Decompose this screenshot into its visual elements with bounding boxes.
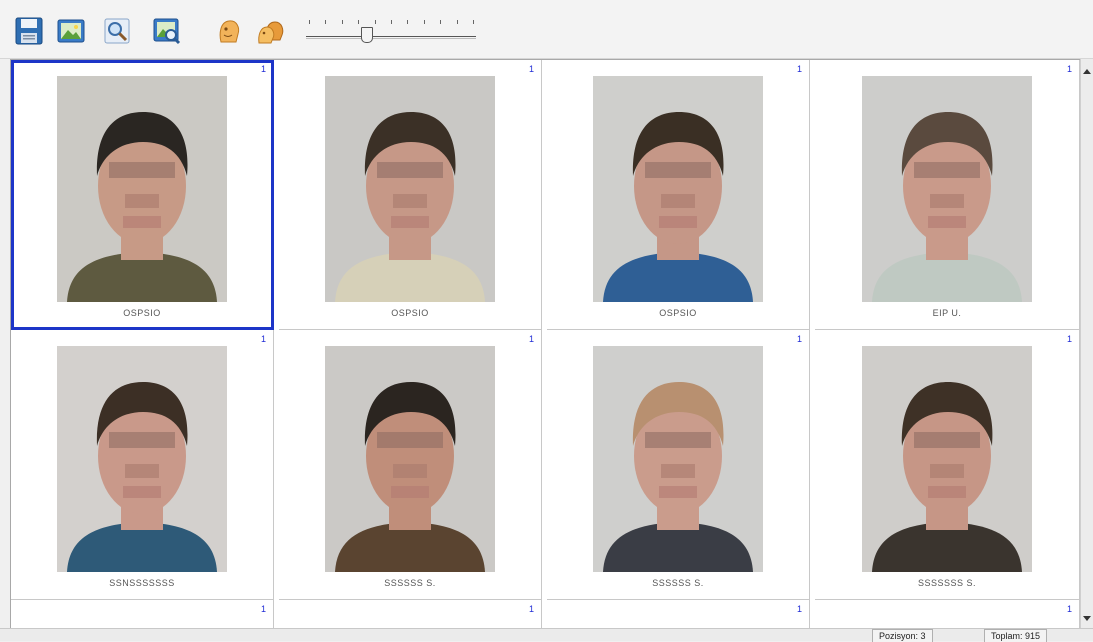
image-zoom-icon <box>153 18 181 45</box>
photo-caption: EIP U. <box>932 308 962 318</box>
scroll-down-icon[interactable] <box>1083 616 1091 621</box>
photo-caption: OSPSIO <box>123 308 161 318</box>
portrait-photo <box>862 76 1032 302</box>
image-search-button[interactable] <box>150 14 184 48</box>
photo-cell[interactable]: 1 SSSSSS S. <box>547 330 810 600</box>
photo-cell[interactable]: 1 OSPSIO <box>547 60 810 330</box>
portrait-photo <box>325 346 495 572</box>
cell-index: 1 <box>260 604 266 614</box>
status-bar: Pozisyon: 3 Toplam: 915 <box>0 628 1093 642</box>
slider-tick <box>456 20 458 24</box>
cell-index: 1 <box>528 64 534 74</box>
portrait-photo <box>57 346 227 572</box>
slider-tick <box>440 20 442 24</box>
zoom-slider[interactable] <box>306 14 476 48</box>
slider-tick <box>423 20 425 24</box>
zoom-button[interactable] <box>100 14 134 48</box>
cell-index: 1 <box>796 604 802 614</box>
photo-cell[interactable]: 1 SSSSSS S. <box>279 330 542 600</box>
cell-index: 1 <box>1066 64 1072 74</box>
slider-tick <box>473 20 474 24</box>
cell-index: 1 <box>796 334 802 344</box>
photo-caption: SSSSSS S. <box>652 578 704 588</box>
toolbar <box>0 0 1093 59</box>
magnifier-icon <box>104 18 130 44</box>
photo-caption: SSNSSSSSSS <box>109 578 175 588</box>
cell-index: 1 <box>1066 604 1072 614</box>
photo-cell[interactable]: 1 <box>279 600 542 628</box>
slider-tick <box>358 20 360 24</box>
face-button[interactable] <box>212 14 246 48</box>
cell-index: 1 <box>796 64 802 74</box>
slider-tick <box>374 20 376 24</box>
cell-index: 1 <box>260 334 266 344</box>
faces-button[interactable] <box>254 14 288 48</box>
portrait-photo <box>862 346 1032 572</box>
photo-grid: 1 OSPSIO 1 OSPSIO 1 OSPSIO 1 EIP U. 1 SSNSSSSSSS 1… <box>10 59 1081 629</box>
floppy-disk-icon <box>15 17 43 45</box>
photo-cell[interactable]: 1 EIP U. <box>815 60 1080 330</box>
portrait-photo <box>325 76 495 302</box>
photo-cell[interactable]: 1 SSSSSSS S. <box>815 330 1080 600</box>
heads-icon <box>258 21 284 44</box>
photo-cell[interactable]: 1 <box>815 600 1080 628</box>
photo-caption: SSSSSS S. <box>384 578 436 588</box>
photo-cell[interactable]: 1 SSNSSSSSSS <box>11 330 274 600</box>
photo-caption: OSPSIO <box>391 308 429 318</box>
portrait-photo <box>593 346 763 572</box>
cell-index: 1 <box>528 604 534 614</box>
total-status: Toplam: 915 <box>984 629 1048 642</box>
scroll-up-icon[interactable] <box>1083 69 1091 74</box>
photo-cell[interactable]: 1 OSPSIO <box>279 60 542 330</box>
slider-tick <box>407 20 409 24</box>
slider-track <box>306 36 476 37</box>
slider-track-shadow <box>306 38 476 39</box>
image-button[interactable] <box>54 14 88 48</box>
photo-cell[interactable]: 1 <box>547 600 810 628</box>
slider-thumb[interactable] <box>361 27 374 43</box>
photo-caption: OSPSIO <box>659 308 697 318</box>
picture-icon <box>57 19 85 43</box>
photo-cell[interactable]: 1 <box>11 600 274 628</box>
position-status: Pozisyon: 3 <box>872 629 933 642</box>
slider-tick <box>341 20 343 24</box>
cell-index: 1 <box>1066 334 1072 344</box>
portrait-photo <box>593 76 763 302</box>
photo-caption: SSSSSSS S. <box>917 578 977 588</box>
vertical-scrollbar[interactable] <box>1080 59 1093 629</box>
slider-tick <box>325 20 327 24</box>
slider-tick <box>391 20 392 24</box>
photo-cell[interactable]: 1 OSPSIO <box>11 60 274 330</box>
slider-tick <box>309 20 310 24</box>
head-icon <box>219 20 240 43</box>
portrait-photo <box>57 76 227 302</box>
cell-index: 1 <box>528 334 534 344</box>
save-button[interactable] <box>12 14 46 48</box>
cell-index: 1 <box>260 64 266 74</box>
